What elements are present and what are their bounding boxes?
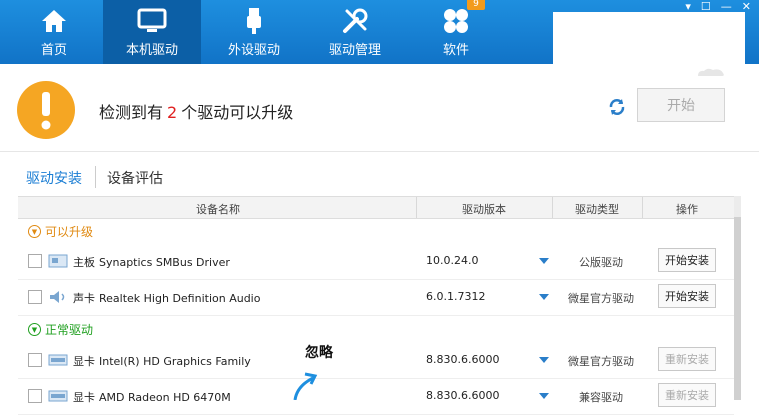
header-device-name: 设备名称 [196,203,240,216]
tab-driver-install[interactable]: 驱动安装 [26,168,82,188]
header-action: 操作 [676,203,698,216]
row-checkbox[interactable] [28,389,42,403]
motherboard-icon [48,254,68,268]
annotation-ignore-label: 忽略 [305,345,333,361]
device-name: 声卡 Realtek High Definition Audio [73,292,261,305]
driver-type: 公版驱动 [579,256,623,269]
driver-version: 6.0.1.7312 [426,290,486,303]
version-dropdown-icon[interactable] [539,294,549,300]
table-row: 显卡 Intel(R) HD Graphics Family 8.830.6.60… [18,342,734,379]
detect-suffix: 个驱动可以升级 [181,103,294,122]
install-button[interactable]: 开始安装 [658,248,716,272]
device-name: 主板 Synaptics SMBus Driver [73,256,230,269]
start-upgrade-button[interactable]: 开始 [637,88,725,122]
nav-driver-management-label: 驱动管理 [328,43,381,58]
speaker-icon [50,291,65,303]
driver-version: 8.830.6.6000 [426,353,500,366]
nav-peripheral-drivers-label: 外设驱动 [227,43,280,58]
warning-icon [17,81,75,139]
header-divider [416,197,417,218]
tab-divider [95,166,96,188]
driver-version: 10.0.24.0 [426,254,479,267]
table-header: 设备名称 驱动版本 驱动类型 操作 [18,196,734,219]
chevron-down-icon: ▼ [28,323,41,336]
row-checkbox[interactable] [28,290,42,304]
table-row: 主板 Synaptics SMBus Driver 10.0.24.0 公版驱动 … [18,243,734,280]
software-count-badge: 9 [467,0,485,10]
wrench-icon [339,7,371,35]
nav-local-drivers-label: 本机驱动 [125,43,178,58]
group-normal[interactable]: ▼ 正常驱动 [28,321,93,338]
graphics-card-icon [48,354,68,366]
refresh-icon[interactable] [607,97,627,117]
graphics-card-icon [48,390,68,402]
monitor-icon [136,7,168,35]
annotation-arrow-icon [293,372,318,400]
nav-home[interactable]: 首页 [5,0,103,64]
home-icon [38,7,70,35]
usb-icon [238,7,270,35]
table-row: 显卡 AMD Radeon HD 6470M 8.830.6.6000 兼容驱动 … [18,378,734,415]
device-name: 显卡 Intel(R) HD Graphics Family [73,355,251,368]
header-divider [642,197,643,218]
version-dropdown-icon[interactable] [539,357,549,363]
device-name: 显卡 AMD Radeon HD 6470M [73,391,231,404]
table-row: 声卡 Realtek High Definition Audio 6.0.1.73… [18,279,734,316]
tab-device-evaluate[interactable]: 设备评估 [107,168,163,188]
group-normal-label: 正常驱动 [45,323,94,337]
chevron-down-icon: ▼ [28,225,41,238]
row-checkbox[interactable] [28,254,42,268]
nav-home-label: 首页 [40,43,67,58]
nav-peripheral-drivers[interactable]: 外设驱动 [205,0,303,64]
reinstall-button[interactable]: 重新安装 [658,347,716,371]
version-dropdown-icon[interactable] [539,258,549,264]
upgrade-count: 2 [167,103,178,122]
row-checkbox[interactable] [28,353,42,367]
nav-driver-management[interactable]: 驱动管理 [306,0,404,64]
driver-version: 8.830.6.6000 [426,389,500,402]
content-tabs: 驱动安装 设备评估 [0,151,759,200]
nav-software-label: 软件 [442,43,469,58]
nav-software[interactable]: 软件 [407,0,505,64]
scrollbar-thumb[interactable] [734,217,741,400]
apps-icon [440,7,472,35]
header-driver-type: 驱动类型 [575,203,619,216]
detect-message: 检测到有 2 个驱动可以升级 [99,99,293,123]
driver-type: 微星官方驱动 [568,292,634,305]
group-upgradable-label: 可以升级 [45,225,94,239]
detect-prefix: 检测到有 [99,103,164,122]
header-driver-version: 驱动版本 [462,203,506,216]
header-blank-panel [553,12,745,64]
nav-local-drivers[interactable]: 本机驱动 [103,0,201,64]
driver-type: 微星官方驱动 [568,355,634,368]
header-divider [552,197,553,218]
group-upgradable[interactable]: ▼ 可以升级 [28,223,93,240]
reinstall-button[interactable]: 重新安装 [658,383,716,407]
version-dropdown-icon[interactable] [539,393,549,399]
install-button[interactable]: 开始安装 [658,284,716,308]
driver-type: 兼容驱动 [579,391,623,404]
